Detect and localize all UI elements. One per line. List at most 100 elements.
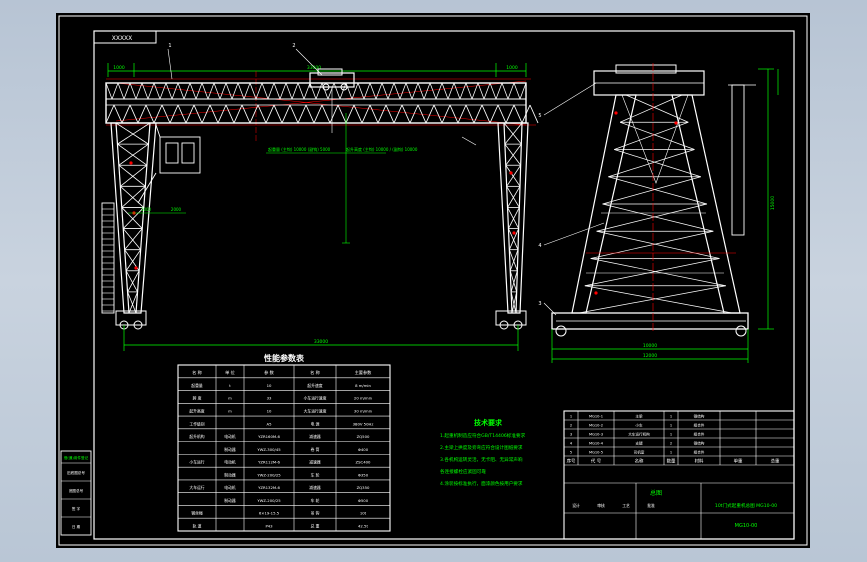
tb-product-name: 10t门式起重机总图 MG10-00 — [715, 502, 777, 509]
title-block-cell: 小车 — [635, 423, 643, 428]
title-block-cell: 3 — [570, 433, 572, 437]
param-cell: 起升速度 — [307, 383, 322, 388]
param-cell: YZR112M-6 — [258, 460, 280, 465]
part-label-3: 3 — [538, 301, 541, 307]
dim-side-base-inner: 10000 — [643, 343, 657, 349]
title-block-cell: 1 — [670, 424, 672, 428]
part-label-1: 1 — [168, 43, 171, 49]
param-cell: 大车运行速度 — [304, 409, 327, 414]
title-block-cell: 1 — [670, 433, 672, 437]
param-cell: 电动机 — [224, 460, 236, 465]
param-cell: m — [228, 396, 232, 401]
dim-side-base-outer: 12000 — [643, 353, 657, 359]
param-cell: Φ500 — [358, 498, 369, 503]
param-cell: 工作级别 — [189, 421, 204, 426]
title-block-cell: MG10-1 — [589, 415, 603, 419]
param-cell: 起升高度 — [189, 409, 204, 414]
title-tag: XXXXX — [112, 35, 133, 42]
title-block-cell: MG10-2 — [589, 424, 603, 428]
title-block-cell: 1 — [570, 415, 572, 419]
title-block-cell: 1 — [670, 415, 672, 419]
part-label-4: 4 — [538, 243, 541, 249]
param-cell: 减速器 — [309, 485, 321, 490]
title-block-header-cell: 代 号 — [591, 458, 602, 465]
param-cell: t — [229, 383, 231, 388]
left-block-row-1: 旧底图总号 — [67, 470, 85, 475]
title-block-header-cell: 总重 — [771, 458, 780, 465]
param-cell: 8 m/min — [355, 383, 371, 388]
param-header-cell: 主要参数 — [355, 369, 373, 376]
param-cell: 跨 度 — [193, 396, 202, 401]
title-block: 1 MG10-1 主梁 1 钢结构 2 MG10-2 小车 1 组合件 3 MG10-3 大车运行机构 1… — [563, 410, 795, 540]
param-cell: 电动机 — [224, 434, 236, 439]
param-cell: 制动器 — [224, 472, 236, 477]
param-cell: 小车运行速度 — [304, 396, 327, 401]
tech-note-3: 3.各机构运转灵活，无卡阻、无异常声响 — [440, 456, 523, 463]
param-cell: 减速器 — [309, 434, 321, 439]
dim-side-height: 15000 — [770, 196, 776, 210]
param-cell: 吊 钩 — [311, 511, 320, 516]
title-block-cell: MG10-4 — [589, 442, 604, 446]
title-block-cell: 司机室 — [634, 450, 645, 455]
param-cell: 卷 筒 — [311, 447, 320, 452]
title-block-cell: MG10-3 — [589, 433, 603, 437]
param-cell: YWZ-200/25 — [257, 472, 281, 477]
param-cell: 轨 道 — [193, 523, 202, 528]
title-block-cell: 2 — [570, 424, 572, 428]
param-cell: A5 — [266, 421, 272, 426]
left-block-row-4: 日 期 — [72, 524, 81, 529]
title-block-header-cell: 单重 — [734, 458, 743, 465]
param-cell: 小车运行 — [189, 460, 204, 465]
title-block-cell: 钢结构 — [694, 441, 705, 446]
dim-bottom-span: 33000 — [314, 339, 328, 345]
param-header-cell: 名 称 — [192, 369, 202, 376]
param-cell: 30 m/min — [354, 409, 373, 414]
param-cell: 电动机 — [224, 485, 236, 490]
side-elevation-view — [543, 63, 779, 363]
param-header-cell: 名 称 — [310, 369, 320, 376]
left-block-row-3: 签 字 — [72, 506, 81, 511]
param-header-cell: 单 位 — [225, 369, 235, 376]
param-cell: 制动器 — [224, 447, 236, 452]
param-cell: 380V 50Hz — [353, 421, 374, 426]
dim-top-right: 1000 — [506, 65, 518, 71]
tech-notes-title: 技术要求 — [474, 418, 503, 427]
title-block-cell: 大车运行机构 — [628, 432, 650, 437]
tb-sign-4: 批准 — [647, 503, 655, 508]
param-cell: 33 — [267, 396, 272, 401]
param-cell: m — [228, 409, 232, 414]
technical-requirements: 技术要求 1.起重机制造应符合GB/T14406标准要求 2.主梁上拱度及旁弯应… — [440, 418, 526, 487]
part-label-5: 5 — [538, 113, 541, 119]
tech-note-4: 各连接螺栓应紧固可靠 — [440, 468, 486, 475]
param-cell: ZSC400 — [356, 460, 371, 465]
title-block-cell: 组合件 — [694, 450, 705, 455]
param-cell: 起重量 — [191, 383, 203, 388]
registration-block: 借(通)用件登记 旧底图总号 底图总号 签 字 日 期 — [60, 450, 92, 536]
dim-top-left: 1000 — [113, 65, 125, 71]
param-cell: 20 m/min — [354, 396, 373, 401]
front-elevation-view: 1000 33000 1000 起重量 (主钩) 10000 (副钩) 5000… — [101, 43, 539, 351]
drawing-canvas[interactable]: XXXXX 1000 33000 1000 起重量 (主钩) 10000 (副钩… — [56, 13, 810, 548]
title-block-cell: 钢结构 — [694, 414, 705, 419]
title-block-cell: 5 — [570, 451, 572, 455]
performance-parameter-table: 性能参数表 名 称 单 位 参 数 名 称 主要参数起重量 t 10 起升速度 8 m/min 跨… — [177, 353, 391, 532]
title-block-cell: 2 — [670, 442, 672, 446]
hook-note-left: 起重量 (主钩) 10000 (副钩) 5000 — [268, 146, 331, 152]
tb-sign-3: 工艺 — [622, 503, 630, 508]
param-cell: 10t — [360, 511, 367, 516]
param-cell: 车 轮 — [311, 498, 320, 503]
param-cell: 10 — [267, 383, 272, 388]
param-cell: YZR132M-6 — [258, 485, 280, 490]
param-cell: 起升机构 — [189, 434, 204, 439]
tb-drawing-no: MG10-00 — [735, 523, 758, 529]
param-cell: ZQ500 — [357, 434, 370, 439]
param-table-title: 性能参数表 — [264, 353, 305, 363]
title-block-header-cell: 名称 — [635, 458, 644, 465]
param-cell: YWZ-200/25 — [257, 498, 281, 503]
param-cell: 10 — [267, 409, 272, 414]
title-block-cell: 4 — [570, 442, 573, 446]
dim-left-small-1: 1000 — [141, 207, 152, 212]
param-cell: 减速器 — [309, 460, 321, 465]
hook-note-right: 起升高度 (主钩) 10000 / (副钩) 10000 — [346, 146, 418, 152]
title-block-header-cell: 数量 — [667, 458, 676, 465]
